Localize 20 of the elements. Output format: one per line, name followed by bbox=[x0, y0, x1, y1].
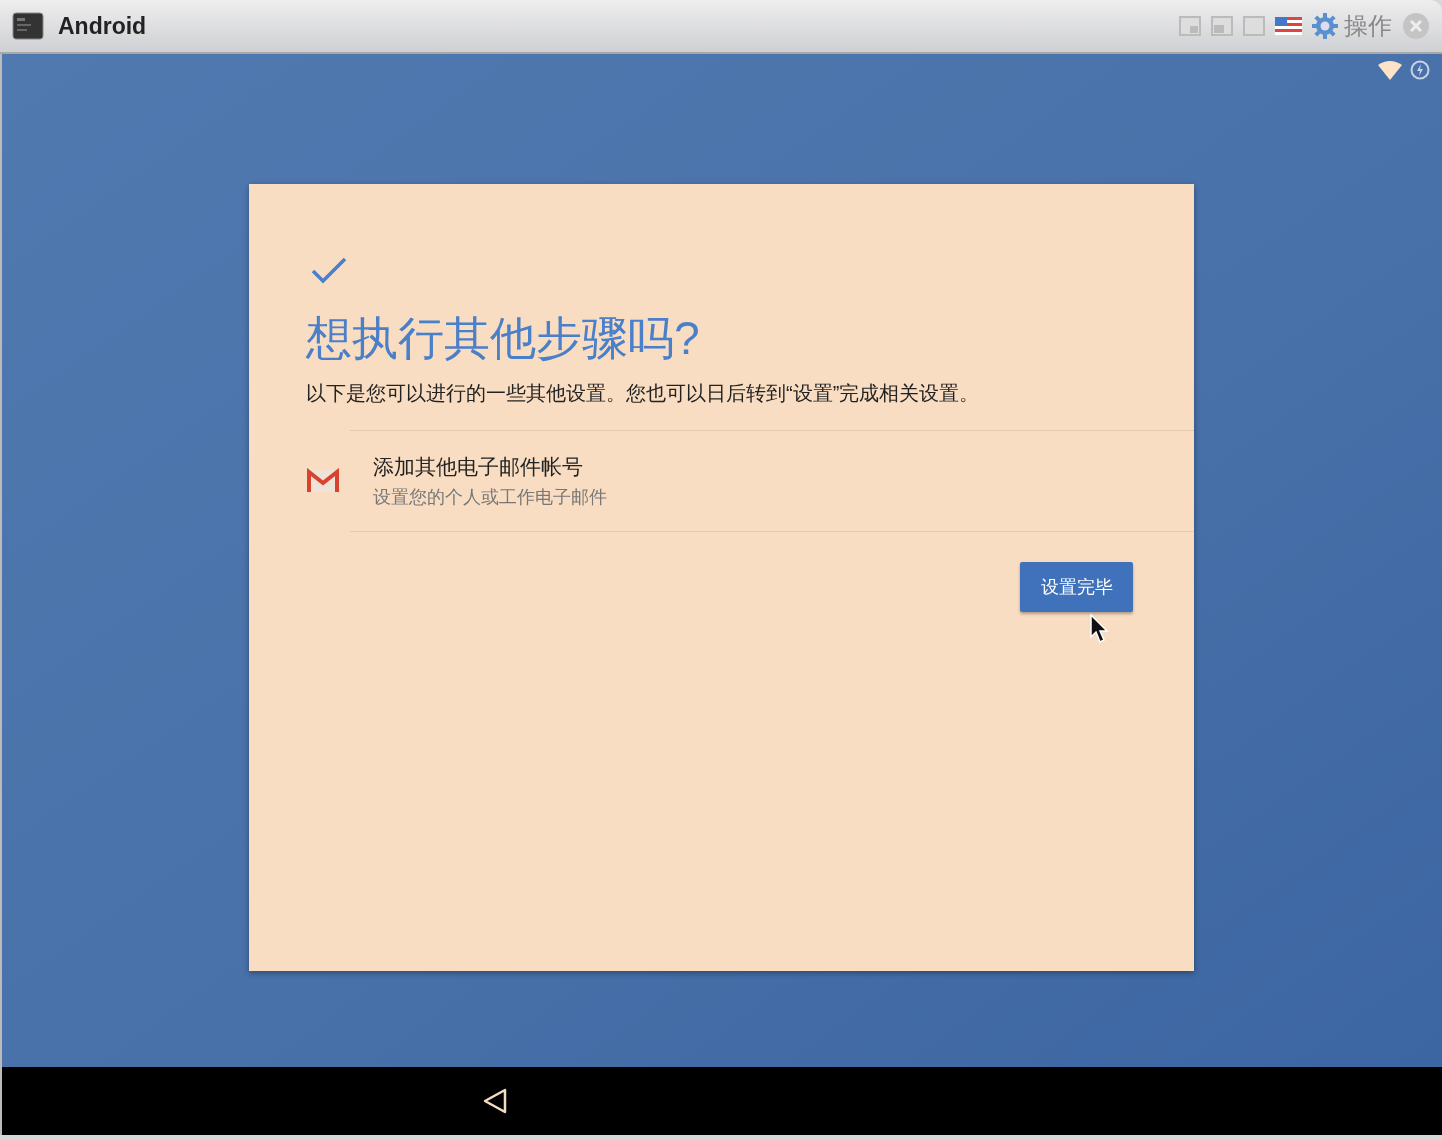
maximize-icon[interactable] bbox=[1243, 16, 1265, 36]
option-subtitle: 设置您的个人或工作电子邮件 bbox=[373, 486, 607, 510]
battery-charging-icon bbox=[1410, 60, 1430, 80]
actions-menu[interactable]: 操作 bbox=[1344, 8, 1392, 44]
done-button[interactable]: 设置完毕 bbox=[1020, 562, 1133, 612]
window-layout-icon[interactable] bbox=[1211, 16, 1233, 36]
checkmark-icon bbox=[311, 256, 347, 284]
window-layout-icon[interactable] bbox=[1179, 16, 1201, 36]
close-icon[interactable] bbox=[1402, 12, 1430, 40]
email-account-option[interactable]: 添加其他电子邮件帐号 设置您的个人或工作电子邮件 bbox=[350, 430, 1194, 532]
envelope-m-icon bbox=[306, 468, 340, 494]
terminal-icon bbox=[12, 12, 44, 40]
dialog-heading: 想执行其他步骤吗? bbox=[306, 311, 701, 366]
wifi-icon bbox=[1378, 60, 1402, 80]
window-title: Android bbox=[58, 11, 147, 41]
mouse-pointer-icon bbox=[1090, 614, 1110, 644]
back-icon[interactable] bbox=[482, 1087, 508, 1115]
option-title: 添加其他电子邮件帐号 bbox=[373, 453, 584, 480]
dialog-description: 以下是您可以进行的一些其他设置。您也可以日后转到“设置”完成相关设置。 bbox=[306, 381, 981, 406]
flag-icon[interactable] bbox=[1275, 17, 1302, 35]
